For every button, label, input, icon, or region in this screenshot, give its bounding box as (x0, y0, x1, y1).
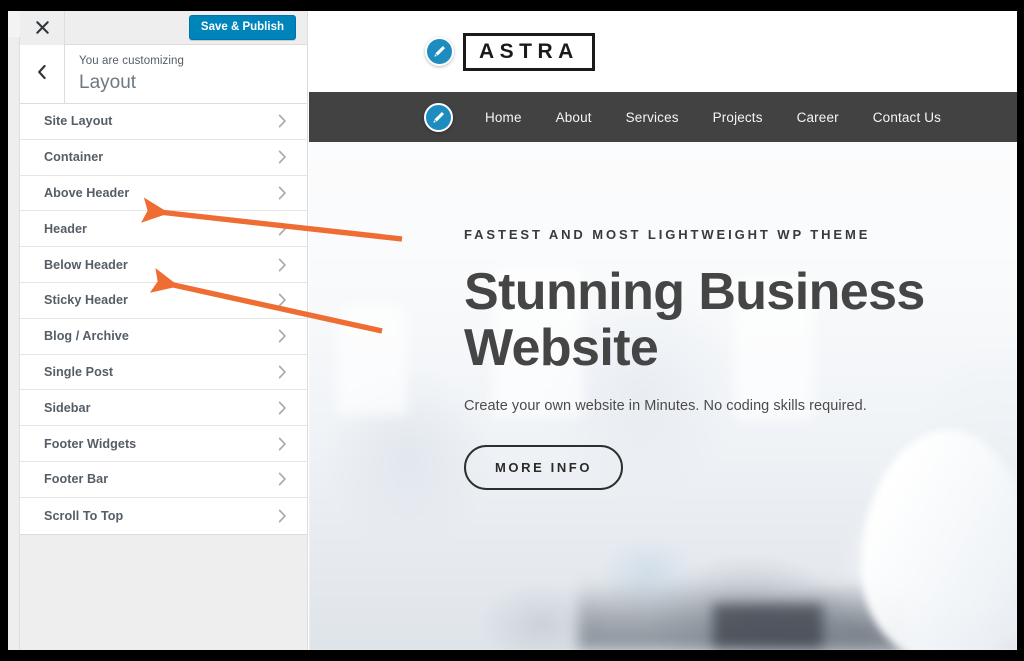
bg-blur-shape (337, 304, 408, 415)
sidebar-item-footer-widgets[interactable]: Footer Widgets (20, 426, 307, 462)
panel-eyebrow-text: You are customizing (79, 54, 185, 67)
site-primary-navigation: Home About Services Projects Career Cont… (309, 92, 1017, 142)
gutter-top-cap (8, 11, 20, 37)
nav-item-about[interactable]: About (539, 110, 609, 125)
hero-eyebrow: FASTEST AND MOST LIGHTWEIGHT WP THEME (464, 227, 871, 242)
customizer-header-bar: Save & Publish (20, 11, 307, 45)
chevron-right-icon (278, 186, 287, 200)
sidebar-item-label: Scroll To Top (44, 508, 124, 523)
chevron-right-icon (278, 365, 287, 379)
sidebar-item-single-post[interactable]: Single Post (20, 354, 307, 391)
hero-subtitle: Create your own website in Minutes. No c… (464, 398, 867, 415)
sidebar-item-footer-bar[interactable]: Footer Bar (20, 461, 307, 498)
sidebar-item-below-header[interactable]: Below Header (20, 247, 307, 283)
sidebar-item-container[interactable]: Container (20, 139, 307, 176)
sidebar-item-label: Footer Bar (44, 472, 109, 487)
chevron-right-icon (278, 293, 287, 307)
chevron-left-icon (36, 64, 48, 85)
hero-heading: Stunning Business Website (464, 264, 984, 376)
sidebar-item-label: Footer Widgets (44, 436, 137, 451)
hero-content: FASTEST AND MOST LIGHTWEIGHT WP THEME St… (464, 227, 984, 491)
sidebar-item-blog-archive[interactable]: Blog / Archive (20, 318, 307, 355)
sidebar-item-label: Container (44, 150, 104, 165)
sidebar-item-sticky-header[interactable]: Sticky Header (20, 282, 307, 319)
chevron-right-icon (278, 150, 287, 164)
chevron-right-icon (278, 114, 287, 128)
page-title: Layout (79, 71, 137, 93)
close-icon (35, 20, 50, 35)
pencil-edit-icon[interactable] (425, 37, 454, 66)
panel-title-block: You are customizing Layout (65, 45, 307, 103)
more-info-button[interactable]: MORE INFO (464, 445, 624, 491)
close-customizer-button[interactable] (20, 11, 65, 45)
pencil-edit-icon[interactable] (424, 102, 453, 132)
site-logo-text[interactable]: ASTRA (463, 32, 595, 71)
sidebar-item-above-header[interactable]: Above Header (20, 175, 307, 212)
sidebar-item-label: Sidebar (44, 400, 91, 415)
back-to-previous-panel-button[interactable] (20, 45, 65, 103)
customizer-section-list: Site Layout Container Above Header Heade… (20, 104, 307, 535)
nav-item-career[interactable]: Career (780, 110, 856, 125)
sidebar-item-label: Single Post (44, 364, 114, 379)
nav-edit-slot (424, 102, 453, 132)
site-preview-pane: ASTRA Home About Services Projects Caree… (309, 11, 1017, 650)
bg-monitor-shape (712, 604, 823, 648)
hero-heading-line-2: Website (464, 319, 659, 378)
chevron-right-icon (278, 222, 287, 236)
sidebar-item-sidebar[interactable]: Sidebar (20, 390, 307, 427)
save-and-publish-button[interactable]: Save & Publish (188, 14, 296, 41)
site-branding: ASTRA (425, 32, 595, 71)
sidebar-item-label: Blog / Archive (44, 329, 129, 344)
sidebar-item-header[interactable]: Header (20, 211, 307, 248)
browser-window-frame: Save & Publish You are customizing Layou… (0, 0, 1024, 661)
chevron-right-icon (278, 509, 287, 523)
sidebar-item-label: Site Layout (44, 114, 113, 129)
sidebar-item-label: Sticky Header (44, 293, 128, 308)
chevron-right-icon (278, 258, 287, 272)
nav-item-home[interactable]: Home (468, 110, 539, 125)
customizer-viewport: Save & Publish You are customizing Layou… (8, 11, 1017, 650)
sidebar-item-site-layout[interactable]: Site Layout (20, 104, 307, 140)
sidebar-item-label: Below Header (44, 257, 128, 272)
nav-item-contact-us[interactable]: Contact Us (856, 110, 958, 125)
chevron-right-icon (278, 329, 287, 343)
nav-item-services[interactable]: Services (609, 110, 696, 125)
sidebar-empty-area (20, 534, 307, 650)
chevron-right-icon (278, 401, 287, 415)
nav-item-projects[interactable]: Projects (696, 110, 780, 125)
hero-heading-line-1: Stunning Business (464, 263, 925, 321)
chevron-right-icon (278, 437, 287, 451)
nav-link-list: Home About Services Projects Career Cont… (468, 110, 958, 125)
sidebar-item-scroll-to-top[interactable]: Scroll To Top (20, 497, 307, 534)
sidebar-item-label: Header (44, 221, 88, 236)
sidebar-collapse-gutter[interactable] (8, 11, 20, 650)
sidebar-item-label: Above Header (44, 185, 130, 200)
chevron-right-icon (278, 472, 287, 486)
publish-area: Save & Publish (65, 14, 307, 41)
site-header-logo-row: ASTRA (309, 11, 1017, 92)
customizer-sidebar: Save & Publish You are customizing Layou… (20, 11, 308, 650)
panel-header: You are customizing Layout (20, 45, 307, 104)
